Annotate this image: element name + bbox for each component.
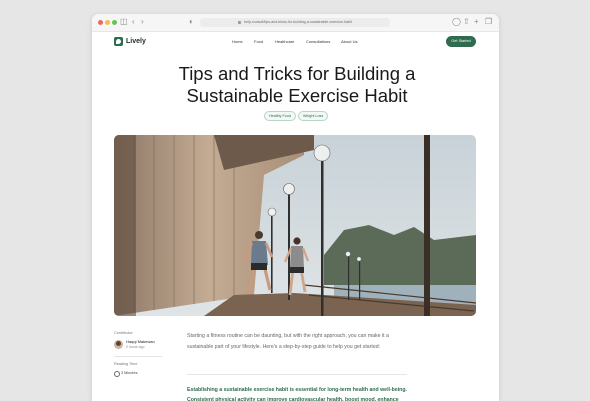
maximize-window-button[interactable]	[112, 20, 117, 25]
logo-icon[interactable]	[114, 37, 123, 46]
minimize-window-button[interactable]	[105, 20, 110, 25]
hero-image	[114, 135, 476, 316]
nav-healthcare[interactable]: Healthcare	[275, 39, 294, 45]
article-highlight: Establishing a sustainable exercise habi…	[187, 387, 407, 401]
url-text: help.consult/tips-and-tricks-for-buildin…	[244, 20, 352, 24]
share-icon[interactable]: ⇧	[463, 17, 470, 27]
hero-photo	[114, 135, 476, 316]
tag-healthy-food[interactable]: Healthy Food	[264, 111, 296, 121]
nav-home[interactable]: Home	[232, 39, 243, 45]
lock-icon	[238, 20, 242, 24]
clock-icon	[114, 371, 120, 377]
tag-weight-loss[interactable]: Weight Loss	[298, 111, 329, 121]
meta-divider	[114, 356, 162, 357]
close-window-button[interactable]	[98, 20, 103, 25]
avatar[interactable]	[114, 340, 123, 349]
forward-icon[interactable]: ›	[141, 17, 144, 27]
address-bar[interactable]: help.consult/tips-and-tricks-for-buildin…	[200, 18, 390, 27]
get-started-button[interactable]: Get Started	[446, 36, 476, 47]
nav-about-us[interactable]: About Us	[341, 39, 357, 45]
sidebar-icon[interactable]: ◫	[120, 17, 128, 27]
back-icon[interactable]: ‹	[132, 17, 135, 27]
browser-toolbar: ◫ ‹ › ◐ help.consult/tips-and-tricks-for…	[92, 14, 499, 32]
author-name[interactable]: Haqqi Makewan	[126, 339, 155, 344]
post-time: 2 hours ago	[126, 345, 145, 349]
download-icon[interactable]: ◯	[452, 17, 461, 27]
article-intro: Starting a fitness routine can be daunti…	[187, 333, 389, 350]
nav-food[interactable]: Food	[254, 39, 263, 45]
tabs-icon[interactable]: ❐	[485, 17, 492, 27]
reading-time: 3 Minutes	[121, 371, 138, 375]
browser-window: ◫ ‹ › ◐ help.consult/tips-and-tricks-for…	[92, 14, 499, 401]
reading-time-label: Reading Time	[114, 362, 138, 366]
site-header: Lively Home Food Healthcare Consultation…	[92, 32, 499, 52]
article-title: Tips and Tricks for Building a Sustainab…	[178, 63, 416, 106]
contributor-label: Contributor	[114, 331, 133, 335]
nav-consultations[interactable]: Consultations	[306, 39, 330, 45]
new-tab-icon[interactable]: +	[474, 17, 479, 27]
section-divider	[187, 374, 407, 375]
logo-text[interactable]: Lively	[126, 37, 146, 46]
shield-icon[interactable]: ◐	[189, 17, 194, 27]
